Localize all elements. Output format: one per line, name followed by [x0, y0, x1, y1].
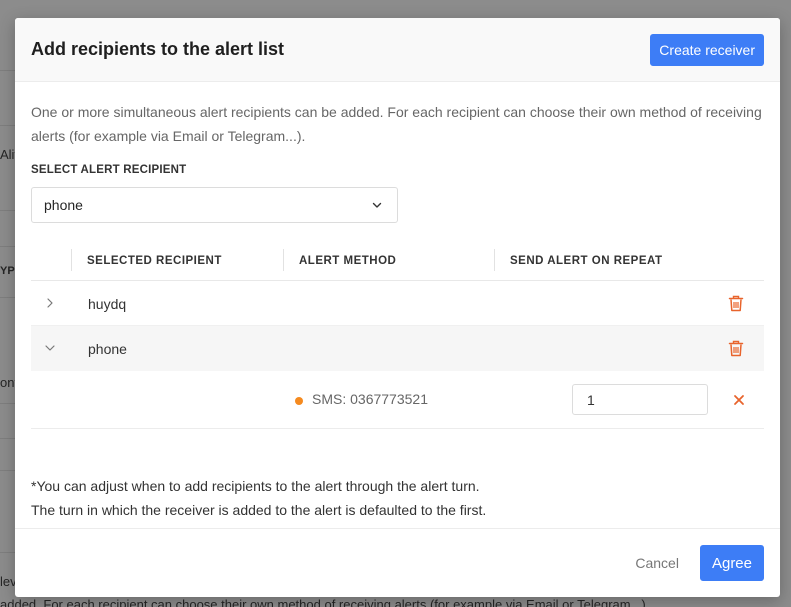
alert-method-label: SMS: 0367773521	[312, 391, 428, 407]
recipients-table: SELECTED RECIPIENT ALERT METHOD SEND ALE…	[31, 241, 764, 429]
recipient-name: phone	[88, 340, 127, 357]
table-header: SELECTED RECIPIENT ALERT METHOD SEND ALE…	[31, 241, 764, 281]
note-line: The turn in which the receiver is added …	[31, 502, 487, 518]
table-row[interactable]: huydq	[31, 281, 764, 326]
chevron-down-icon	[372, 202, 382, 208]
dialog-description: One or more simultaneous alert recipient…	[31, 104, 762, 144]
column-separator	[283, 249, 284, 271]
trash-icon[interactable]	[728, 340, 744, 357]
add-recipients-dialog: Add recipients to the alert list Create …	[15, 18, 780, 597]
dialog-header: Add recipients to the alert list Create …	[15, 18, 780, 82]
recipient-select[interactable]: phone	[31, 187, 398, 223]
dialog-footer: Cancel Agree	[15, 528, 780, 597]
repeat-turn-input[interactable]	[572, 384, 708, 415]
chevron-right-icon[interactable]	[43, 296, 57, 310]
table-row[interactable]: phone	[31, 326, 764, 371]
agree-button[interactable]: Agree	[699, 545, 764, 581]
column-header-send-alert-on-repeat: SEND ALERT ON REPEAT	[510, 255, 663, 267]
column-separator	[71, 249, 72, 271]
recipient-name: huydq	[88, 295, 127, 312]
recipient-select-value: phone	[44, 197, 83, 213]
chevron-down-icon[interactable]	[43, 341, 57, 355]
select-recipient-label: SELECT ALERT RECIPIENT	[31, 164, 187, 176]
trash-icon[interactable]	[728, 295, 744, 312]
alert-method-row: SMS: 0367773521	[31, 371, 764, 429]
create-receiver-button[interactable]: Create receiver	[650, 33, 764, 66]
column-header-alert-method: ALERT METHOD	[299, 255, 397, 267]
alert-turn-note: *You can adjust when to add recipients t…	[31, 474, 764, 522]
column-header-selected-recipient: SELECTED RECIPIENT	[87, 255, 222, 267]
cancel-button[interactable]: Cancel	[624, 545, 690, 581]
close-icon[interactable]	[732, 393, 746, 407]
note-line: *You can adjust when to add recipients t…	[31, 478, 480, 494]
dialog-title: Add recipients to the alert list	[31, 39, 285, 59]
column-separator	[494, 249, 495, 271]
status-dot	[295, 397, 303, 405]
dialog-body: One or more simultaneous alert recipient…	[15, 82, 780, 522]
